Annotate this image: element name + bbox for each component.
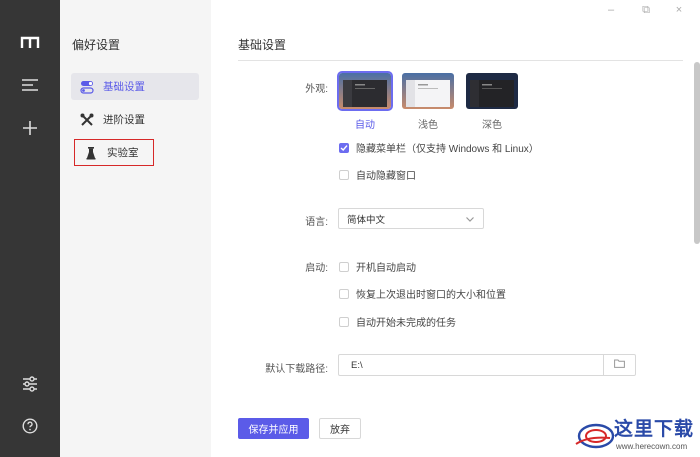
checkbox-box[interactable] — [339, 169, 349, 180]
auto-hide-window-checkbox[interactable]: 自动隐藏窗口 — [339, 167, 416, 182]
download-path-input[interactable]: E:\ — [338, 354, 636, 376]
app-rail — [0, 0, 60, 457]
resume-tasks-checkbox[interactable]: 自动开始未完成的任务 — [339, 314, 456, 329]
save-apply-button[interactable]: 保存并应用 — [238, 418, 309, 439]
language-label: 语言: — [305, 217, 328, 228]
settings-panel: 基础设置 外观: 自动 浅色 深色 隐藏菜单栏（仅支持 Windows 和 Li… — [211, 0, 700, 457]
page-title: 基础设置 — [238, 38, 287, 52]
theme-dark-caption: 深色 — [482, 120, 502, 131]
sidebar-item-advanced[interactable]: 进阶设置 — [71, 106, 199, 133]
chevron-down-icon — [465, 214, 475, 227]
sidebar-item-basic[interactable]: 基础设置 — [71, 73, 199, 100]
checkbox-box[interactable] — [339, 261, 349, 272]
tools-icon — [80, 113, 94, 127]
theme-auto-caption: 自动 — [355, 120, 375, 131]
theme-auto-thumbnail[interactable] — [337, 71, 393, 111]
sliders-icon[interactable] — [0, 369, 60, 399]
sidebar-item-label: 进阶设置 — [103, 114, 145, 126]
watermark: 这里下载 www.herecown.com — [570, 412, 696, 456]
sidebar-title: 偏好设置 — [72, 38, 121, 52]
checkbox-label: 恢复上次退出时窗口的大小和位置 — [356, 290, 506, 301]
checkbox-label: 开机自动启动 — [356, 263, 416, 274]
title-divider — [238, 60, 683, 61]
language-value: 简体中文 — [347, 214, 386, 226]
checkbox-label: 自动开始未完成的任务 — [356, 318, 456, 329]
sidebar-item-label: 基础设置 — [103, 81, 145, 93]
appearance-label: 外观: — [305, 84, 328, 95]
theme-dark-thumbnail[interactable] — [466, 73, 518, 109]
checkbox-label: 自动隐藏窗口 — [356, 171, 416, 182]
hide-menubar-checkbox[interactable]: 隐藏菜单栏（仅支持 Windows 和 Linux） — [339, 140, 539, 155]
sidebar-item-lab[interactable]: 实验室 — [74, 139, 154, 166]
language-select[interactable]: 简体中文 — [338, 208, 484, 229]
menu-icon[interactable] — [0, 70, 60, 100]
watermark-url: www.herecown.com — [616, 442, 688, 451]
discard-button[interactable]: 放弃 — [319, 418, 361, 439]
launch-at-login-checkbox[interactable]: 开机自动启动 — [339, 259, 416, 274]
download-path-label: 默认下载路径: — [265, 364, 328, 375]
folder-icon — [614, 359, 625, 371]
scrollbar-thumb[interactable] — [694, 62, 700, 244]
checkbox-label: 隐藏菜单栏（仅支持 Windows 和 Linux） — [356, 144, 539, 155]
help-icon[interactable] — [0, 411, 60, 441]
restore-window-checkbox[interactable]: 恢复上次退出时窗口的大小和位置 — [339, 286, 506, 301]
watermark-text: 这里下载 — [614, 418, 695, 440]
checkbox-box[interactable] — [339, 142, 349, 153]
preferences-sidebar: 偏好设置 基础设置 进阶设置 实验室 — [60, 0, 211, 457]
startup-label: 启动: — [305, 263, 328, 274]
plus-icon[interactable] — [0, 113, 60, 143]
watermark-logo-icon — [575, 423, 614, 449]
browse-folder-button[interactable] — [603, 355, 635, 375]
app-logo-icon[interactable] — [0, 28, 60, 58]
flask-icon — [84, 146, 98, 160]
sidebar-item-label: 实验室 — [107, 147, 139, 159]
toggle-icon — [80, 80, 94, 94]
checkbox-box[interactable] — [339, 288, 349, 299]
checkbox-box[interactable] — [339, 316, 349, 327]
theme-light-thumbnail[interactable] — [402, 73, 454, 109]
download-path-value: E:\ — [351, 360, 363, 371]
theme-light-caption: 浅色 — [418, 120, 438, 131]
